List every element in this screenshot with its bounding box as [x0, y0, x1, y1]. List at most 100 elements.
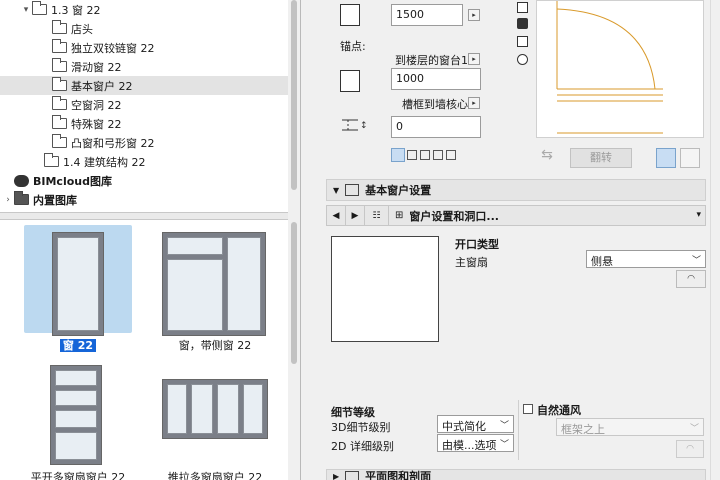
- 3d-view-icon[interactable]: [517, 18, 528, 29]
- section-title: 平面图和剖面: [365, 470, 432, 480]
- sill-height-icon: [340, 70, 360, 92]
- tree-item-label: 滑动窗 22: [71, 60, 122, 74]
- gallery-item[interactable]: 平开多窗扇窗户 22: [24, 363, 154, 480]
- sill-ref-arrow-button[interactable]: ▸: [468, 53, 480, 65]
- window-width-icon: [340, 4, 360, 26]
- chevron-down-icon[interactable]: ▼: [333, 186, 339, 195]
- tree-item-label: 空窗洞 22: [71, 98, 122, 112]
- opening-type-heading: 开口类型: [455, 238, 499, 251]
- window-icon: [52, 232, 104, 336]
- width-input[interactable]: 1500: [391, 4, 463, 26]
- tree-item[interactable]: 空窗洞 22: [0, 95, 288, 114]
- natural-ventilation-checkbox[interactable]: [523, 404, 533, 414]
- mirror-button[interactable]: 翻转: [570, 148, 632, 168]
- anchor-label: 锚点:: [340, 40, 366, 53]
- tree-item[interactable]: 1.4 建筑结构 22: [0, 152, 288, 171]
- tree-item-label: 1.4 建筑结构 22: [63, 155, 146, 169]
- tree-item-label: 特殊窗 22: [71, 117, 122, 131]
- gallery-item-label: 窗，带侧窗 22: [178, 339, 252, 352]
- section-header-basic-settings[interactable]: ▼ 基本窗户设置: [326, 179, 706, 201]
- anchor-option-icon[interactable]: [420, 150, 430, 160]
- tree-item-label: 独立双铰链窗 22: [71, 41, 155, 55]
- info-icon[interactable]: [517, 54, 528, 65]
- gallery-item-label: 推拉多窗扇窗户 22: [167, 471, 263, 480]
- folder-icon: [14, 191, 29, 205]
- panel-splitter[interactable]: [0, 212, 300, 220]
- natural-ventilation-label: 自然通风: [537, 404, 581, 417]
- sill-reference-label: 到楼层的窗台1: [395, 54, 468, 67]
- tree-item-label: 店头: [71, 22, 93, 36]
- chevron-right-icon[interactable]: ▶: [333, 472, 339, 480]
- chevron-down-icon[interactable]: ▾: [696, 210, 701, 220]
- plan-section-icon: [345, 471, 360, 480]
- opening-type-preview: [331, 236, 439, 342]
- library-tree: ▾ 1.3 窗 22 店头 独立双铰链窗 22 滑动窗 22 基本窗户 22 空…: [0, 0, 288, 212]
- folder-icon: [52, 96, 67, 110]
- gallery-item[interactable]: 推拉多窗扇窗户 22: [150, 363, 280, 480]
- sill-height-input[interactable]: 1000: [391, 68, 481, 90]
- tree-item-bimcloud[interactable]: BIMcloud图库: [0, 171, 288, 190]
- settings-scrollbar[interactable]: [710, 0, 720, 480]
- mirror-icon: ⇆: [541, 147, 553, 163]
- ventilation-position-select[interactable]: 框架之上 ﹀: [556, 418, 704, 436]
- opening-side-left-icon[interactable]: [656, 148, 676, 168]
- ventilation-options-button[interactable]: ◠: [676, 440, 704, 458]
- tree-item[interactable]: 凸窗和弓形窗 22: [0, 133, 288, 152]
- tree-item-selected[interactable]: 基本窗户 22: [0, 76, 288, 95]
- page-title: 窗户设置和洞口...: [409, 209, 499, 223]
- folder-icon: [52, 58, 67, 72]
- 2d-detail-select[interactable]: 由模...选项 ﹀: [437, 434, 514, 452]
- gallery-item-label: 窗 22: [24, 337, 132, 353]
- chevron-down-icon[interactable]: ▾: [20, 5, 32, 15]
- folder-icon: [52, 77, 67, 91]
- tree-item[interactable]: 滑动窗 22: [0, 57, 288, 76]
- grid-view-icon[interactable]: [517, 2, 528, 13]
- main-sash-select[interactable]: 侧悬 ﹀: [586, 250, 706, 268]
- 3d-detail-select[interactable]: 中式简化 ﹀: [437, 415, 514, 433]
- section-header-plan-section[interactable]: ▶ 平面图和剖面: [326, 469, 706, 480]
- tree-item-label: BIMcloud图库: [33, 174, 112, 188]
- tree-item-windows[interactable]: ▾ 1.3 窗 22: [0, 0, 288, 19]
- window-plan-preview: [556, 1, 663, 134]
- window-icon: [162, 379, 268, 439]
- tree-item-label: 1.3 窗 22: [51, 3, 101, 17]
- detail-level-heading: 细节等级: [331, 406, 375, 419]
- anchor-option-icon[interactable]: [391, 148, 405, 162]
- anchor-option-icon[interactable]: [433, 150, 443, 160]
- 3d-detail-label: 3D细节级别: [331, 421, 391, 434]
- tree-item-label: 基本窗户 22: [71, 79, 133, 93]
- gallery-item[interactable]: 窗，带侧窗 22: [150, 225, 280, 353]
- section-view-icon[interactable]: [517, 36, 528, 47]
- chevron-right-icon[interactable]: ›: [2, 195, 14, 205]
- gallery-scrollbar-thumb[interactable]: [291, 222, 297, 364]
- next-page-button[interactable]: ▶: [346, 206, 365, 225]
- anchor-option-icon[interactable]: [446, 150, 456, 160]
- folder-icon: [32, 1, 47, 15]
- previous-page-button[interactable]: ◀: [327, 206, 346, 225]
- page-navigator: ◀ ▶ ☷ ⊞ 窗户设置和洞口... ▾: [326, 205, 706, 226]
- tree-item-builtin[interactable]: › 内置图库: [0, 190, 288, 209]
- window-settings-icon: [345, 184, 360, 196]
- anchor-option-icon[interactable]: [407, 150, 417, 160]
- grid-icon: ⊞: [395, 210, 404, 221]
- tree-item[interactable]: 独立双铰链窗 22: [0, 38, 288, 57]
- section-title: 基本窗户设置: [365, 184, 432, 197]
- folder-icon: [52, 39, 67, 53]
- library-panel: ▾ 1.3 窗 22 店头 独立双铰链窗 22 滑动窗 22 基本窗户 22 空…: [0, 0, 301, 480]
- opening-options-button[interactable]: ◠: [676, 270, 706, 288]
- tree-item[interactable]: 特殊窗 22: [0, 114, 288, 133]
- reveal-reference-label: 槽框到墙核心: [402, 98, 468, 111]
- tree-item-label: 凸窗和弓形窗 22: [71, 136, 155, 150]
- folder-icon: [52, 115, 67, 129]
- opening-side-right-icon[interactable]: [680, 148, 700, 168]
- scrollbar-thumb[interactable]: [291, 0, 297, 190]
- reveal-ref-arrow-button[interactable]: ▸: [468, 97, 480, 109]
- tree-item-label: 内置图库: [33, 193, 77, 207]
- width-arrow-button[interactable]: ▸: [468, 9, 480, 21]
- tree-item[interactable]: 店头: [0, 19, 288, 38]
- gallery-item-selected[interactable]: 窗 22: [24, 225, 154, 353]
- gallery-item-label: 平开多窗扇窗户 22: [30, 471, 126, 480]
- reveal-depth-input[interactable]: 0: [391, 116, 481, 138]
- folder-icon: [52, 20, 67, 34]
- page-list-icon[interactable]: ☷: [365, 206, 389, 225]
